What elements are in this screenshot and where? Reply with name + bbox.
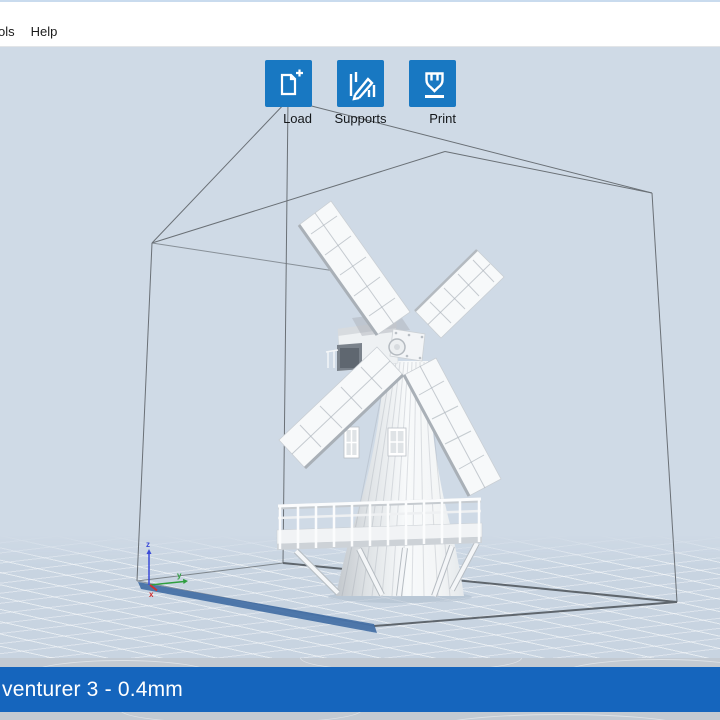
supports-button-label: Supports — [334, 111, 387, 126]
print-extruder-icon — [424, 71, 444, 98]
printer-profile-text: venturer 3 - 0.4mm — [2, 677, 183, 701]
load-button-label: Load — [283, 111, 312, 126]
supports-edit-icon — [349, 71, 375, 101]
axis-label-z: z — [146, 540, 150, 549]
supports-button[interactable]: Supports — [334, 60, 387, 128]
axis-label-y: y — [177, 571, 182, 580]
load-button[interactable]: Load — [265, 60, 312, 128]
axis-label-x: x — [149, 590, 154, 599]
tower-window-right — [387, 427, 407, 457]
tower-window-left — [343, 426, 360, 459]
menu-item-tools[interactable]: ols — [0, 24, 23, 46]
print-button-label: Print — [429, 111, 456, 126]
print-button[interactable]: Print — [409, 60, 456, 128]
menu-item-help[interactable]: Help — [23, 24, 66, 46]
status-bar: venturer 3 - 0.4mm — [0, 667, 720, 712]
status-strip-top — [0, 658, 720, 667]
menu-bar: ols Help — [0, 2, 720, 47]
viewport-3d[interactable]: z y x Load Supports Print — [0, 47, 720, 658]
load-file-icon — [280, 69, 303, 95]
windmill-3d-model[interactable] — [276, 200, 505, 603]
windmill-hub — [388, 328, 426, 362]
scene-canvas: z y x — [136, 99, 678, 633]
status-strip-bottom — [0, 712, 720, 720]
